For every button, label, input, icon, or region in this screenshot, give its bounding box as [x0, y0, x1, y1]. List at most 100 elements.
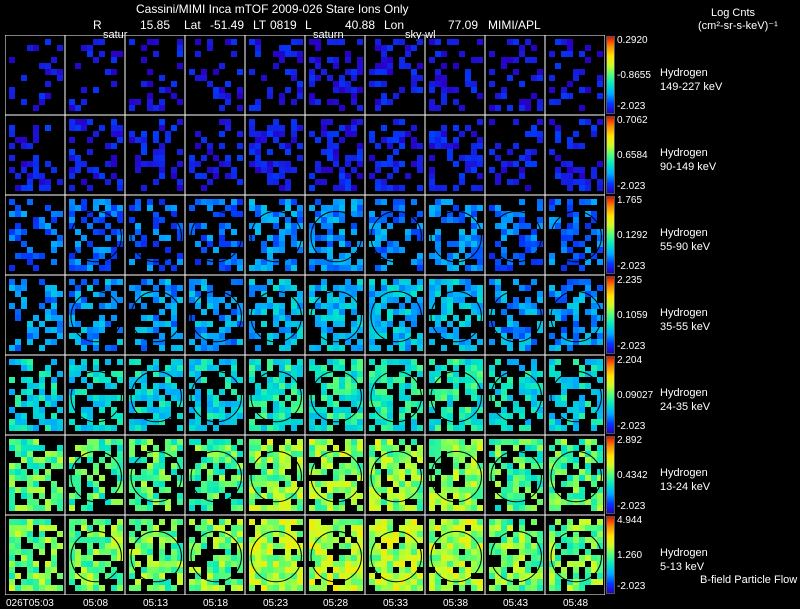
row-label: Hydrogen 149-227 keV: [660, 66, 722, 94]
image-panel: [189, 439, 243, 511]
colorbar: [606, 196, 615, 274]
energy-range-label: 35-55 keV: [660, 321, 711, 333]
image-panel: [369, 39, 423, 111]
l-label: L: [305, 18, 312, 32]
species-label: Hydrogen: [660, 307, 708, 319]
image-panel: [9, 439, 63, 511]
image-panel: [309, 519, 363, 591]
image-panel: [369, 359, 423, 431]
image-panel: [309, 359, 363, 431]
footer-note: B-field Particle Flow: [700, 574, 798, 586]
image-grid: [5, 35, 605, 595]
row-label: Hydrogen 55-90 keV: [660, 226, 710, 254]
row-label: Hydrogen 24-35 keV: [660, 386, 710, 414]
colorbar-min-label: -2.023: [617, 501, 646, 512]
species-label: Hydrogen: [660, 67, 708, 79]
image-panel: [9, 39, 63, 111]
image-panel: [489, 359, 543, 431]
colorbar: [606, 276, 615, 354]
colorbar: [606, 36, 615, 114]
lt-label: LT: [253, 18, 267, 32]
energy-range-label: 55-90 keV: [660, 241, 711, 253]
image-panel: [129, 439, 183, 511]
image-panel: [489, 519, 543, 591]
image-panel: [189, 519, 243, 591]
image-panel: [129, 359, 183, 431]
colorbar-mid-label: 0.1292: [617, 230, 648, 241]
colorbar: [606, 116, 615, 194]
lt-value: 0819: [270, 18, 297, 32]
image-panel: [429, 199, 483, 271]
image-panel: [429, 279, 483, 351]
time-label: 026T05:03: [6, 598, 54, 609]
colorbar: [606, 356, 615, 434]
colorbar-max-label: 2.892: [617, 435, 643, 446]
row-label: Hydrogen 5-13 keV: [660, 546, 708, 574]
colorbar-max-label: 1.765: [617, 195, 643, 206]
image-panel: [189, 359, 243, 431]
colorbar-max-label: 2.235: [617, 275, 643, 286]
image-panel: [429, 119, 483, 191]
colorbar-min-label: -2.023: [617, 581, 646, 592]
row-label: Hydrogen 90-149 keV: [660, 146, 716, 174]
image-panel: [189, 119, 243, 191]
colorbar: [606, 436, 615, 514]
image-panel: [9, 279, 63, 351]
lon-label: Lon: [384, 18, 405, 32]
time-label: 05:38: [443, 598, 469, 609]
image-panel: [549, 359, 603, 431]
energy-range-label: 5-13 keV: [660, 561, 705, 573]
image-panel: [309, 39, 363, 111]
colorbar-min-label: -2.023: [617, 341, 646, 352]
image-panel: [429, 439, 483, 511]
image-panel: [249, 119, 303, 191]
image-panel: [9, 125, 63, 191]
image-panel: [9, 519, 63, 591]
units-line2: (cm²-sr-s-keV)⁻¹: [698, 20, 778, 32]
org-label: MIMI/APL: [488, 18, 541, 32]
image-panel: [429, 359, 483, 431]
time-label: 05:23: [263, 598, 289, 609]
image-panel: [549, 519, 603, 591]
colorbar-mid-label: 0.4342: [617, 470, 648, 481]
field-contour: [190, 210, 242, 263]
image-panel: [69, 439, 123, 511]
image-panel: [69, 359, 123, 431]
species-label: Hydrogen: [660, 547, 708, 559]
image-panel: [129, 279, 183, 351]
time-label: 05:13: [143, 598, 169, 609]
image-panel: [69, 119, 123, 191]
time-label: 05:18: [203, 598, 229, 609]
colorbar-min-label: -2.023: [617, 101, 646, 112]
image-panel: [249, 519, 303, 591]
image-panel: [489, 199, 543, 271]
colorbar-mid-label: 1.260: [617, 550, 643, 561]
colorbar-max-label: 4.944: [617, 515, 643, 526]
time-label: 05:28: [323, 598, 349, 609]
row-label: Hydrogen 35-55 keV: [660, 306, 710, 334]
image-panel: [69, 199, 123, 271]
image-panel: [309, 279, 363, 351]
colorbar-mid-label: 0.6584: [617, 150, 648, 161]
plot-title: Cassini/MIMI Inca mTOF 2009-026 Stare Io…: [136, 2, 409, 16]
energy-range-label: 13-24 keV: [660, 481, 711, 493]
colorbar-max-label: 2.204: [617, 355, 643, 366]
image-panel: [129, 199, 183, 271]
image-panel: [549, 199, 603, 271]
energy-range-label: 149-227 keV: [660, 81, 723, 93]
image-panel: [249, 439, 303, 511]
image-panel: [369, 199, 423, 271]
image-panel: [309, 199, 363, 271]
image-panel: [549, 279, 603, 351]
colorbar-mid-label: 0.09027: [617, 390, 654, 401]
image-panel: [369, 519, 423, 591]
energy-range-label: 24-35 keV: [660, 401, 711, 413]
time-label: 05:08: [83, 598, 109, 609]
image-panel: [549, 39, 603, 111]
image-panel: [489, 279, 543, 351]
units-line1: Log Cnts: [711, 7, 756, 19]
image-panel: [189, 39, 243, 111]
species-label: Hydrogen: [660, 227, 708, 239]
image-panel: [69, 39, 123, 111]
image-panel: [9, 199, 63, 271]
